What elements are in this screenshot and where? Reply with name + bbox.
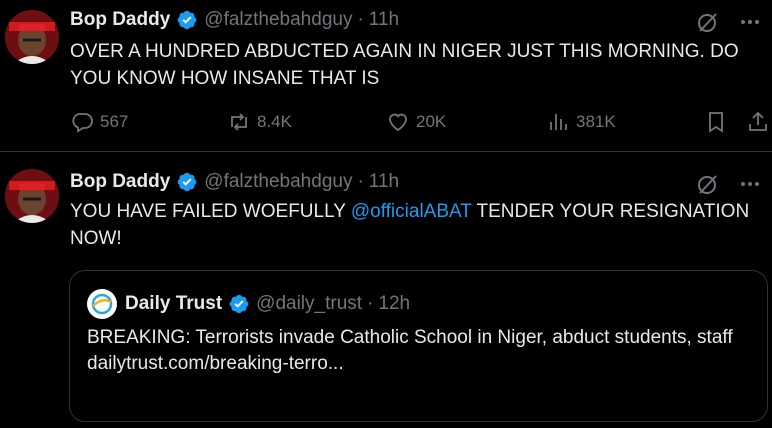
quoted-tweet[interactable]: Daily Trust @daily_trust · 12h BREAKING:… [69, 270, 768, 422]
repost-button[interactable]: 8.4K [227, 110, 292, 134]
avatar[interactable] [5, 10, 59, 64]
tweet[interactable]: Bop Daddy @falzthebahdguy · 11h YOU HAVE… [0, 152, 772, 428]
timestamp[interactable]: 11h [369, 171, 399, 193]
repost-icon [231, 113, 247, 131]
grok-icon[interactable] [696, 10, 720, 34]
more-icon[interactable] [738, 172, 762, 196]
tweet-text: YOU HAVE FAILED WOEFULLY @officialABAT T… [70, 198, 766, 252]
quoted-tweet-header: Daily Trust @daily_trust · 12h [87, 289, 410, 319]
author-name[interactable]: Bop Daddy [70, 9, 170, 31]
tweet-text: OVER A HUNDRED ABDUCTED AGAIN IN NIGER J… [70, 41, 739, 89]
author-handle[interactable]: @falzthebahdguy [204, 9, 352, 31]
author-handle[interactable]: @falzthebahdguy [204, 171, 352, 193]
more-icon[interactable] [738, 10, 762, 34]
avatar[interactable] [5, 169, 59, 223]
tweet-text-before: YOU HAVE FAILED WOEFULLY [70, 201, 351, 222]
views-icon [550, 114, 567, 130]
quoted-tweet-text: BREAKING: Terrorists invade Catholic Sch… [87, 325, 753, 377]
separator: · [357, 171, 364, 192]
like-button[interactable]: 20K [386, 110, 446, 134]
timestamp[interactable]: 11h [369, 9, 399, 31]
bookmark-button[interactable] [704, 110, 734, 134]
reply-count: 567 [100, 112, 129, 131]
tweet-header: Bop Daddy @falzthebahdguy · 11h [70, 9, 399, 31]
verified-badge-icon [228, 293, 250, 315]
bookmark-icon [709, 112, 723, 133]
quoted-text-body: BREAKING: Terrorists invade Catholic Sch… [87, 327, 733, 348]
reply-button[interactable]: 567 [70, 110, 128, 134]
share-icon [749, 111, 767, 131]
tweet-actions: 567 8.4K 20K 381K [70, 107, 767, 137]
verified-badge-icon [176, 171, 198, 193]
separator: · [357, 9, 364, 30]
share-button[interactable] [746, 110, 772, 134]
like-icon [389, 113, 407, 132]
verified-badge-icon [176, 9, 198, 31]
reply-icon [72, 113, 93, 133]
repost-count: 8.4K [257, 112, 292, 131]
quoted-author-name: Daily Trust [125, 293, 223, 314]
quoted-avatar[interactable] [87, 289, 117, 319]
author-name[interactable]: Bop Daddy [70, 171, 170, 193]
mention-link[interactable]: @officialABAT [351, 201, 472, 222]
quoted-author-handle: @daily_trust [256, 293, 363, 314]
quoted-timestamp: 12h [378, 293, 411, 314]
tweet-header: Bop Daddy @falzthebahdguy · 11h [70, 171, 399, 193]
grok-icon[interactable] [696, 172, 720, 196]
views-button[interactable]: 381K [546, 110, 616, 134]
separator: · [367, 293, 374, 314]
views-count: 381K [576, 112, 616, 131]
like-count: 20K [416, 112, 447, 131]
quoted-link[interactable]: dailytrust.com/breaking-terro... [87, 351, 753, 377]
tweet[interactable]: Bop Daddy @falzthebahdguy · 11h OVER A H… [0, 0, 772, 152]
